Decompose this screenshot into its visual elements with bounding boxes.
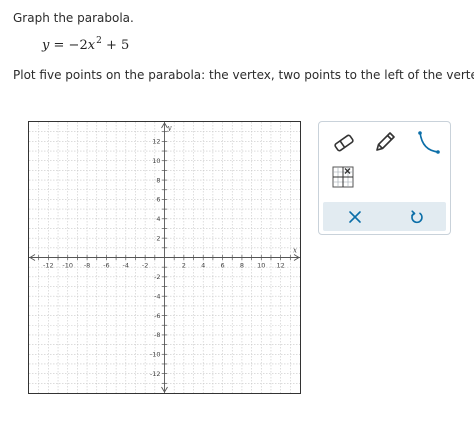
y-tick-label: 2 [156,234,160,242]
y-tick-label: -12 [150,370,161,378]
equation: y = −2x2 + 5 [42,36,130,53]
parabola-icon [418,131,440,154]
x-tick-label: -2 [142,262,148,270]
instructions: Plot five points on the parabola: the ve… [13,68,474,82]
x-tick-label: 2 [182,262,186,270]
y-tick-label: 8 [156,176,160,184]
y-tick-label: 12 [152,138,160,146]
y-tick-label: 10 [152,157,160,165]
y-tick-label: -10 [150,351,161,359]
no-solution-tool[interactable] [331,165,357,191]
equation-constant: 5 [121,38,130,53]
equation-variable: x [87,38,96,53]
equation-exponent: 2 [96,36,102,46]
no-solution-icon [332,166,354,188]
y-tick-label: -4 [154,293,160,301]
undo-button[interactable] [397,202,437,231]
undo-icon [411,209,423,223]
close-icon [349,210,361,223]
x-tick-label: -6 [103,262,109,270]
x-tick-label: -10 [62,262,73,270]
y-tick-label: -6 [154,312,160,320]
x-tick-label: -4 [123,262,129,270]
x-tick-label: 6 [221,262,225,270]
x-tick-label: 4 [201,262,205,270]
y-tick-label: -8 [154,331,160,339]
clear-button[interactable] [335,202,375,231]
pencil-icon [376,132,395,151]
equation-equals: = [53,38,65,53]
x-tick-label: -12 [43,262,54,270]
x-axis-label: x [293,247,297,255]
pencil-tool[interactable] [372,129,398,155]
y-axis-label: y [167,124,173,132]
graph-area[interactable]: -12 -10 -8 -6 -4 -2 2 4 6 8 10 12 12 10 8 6 4 2 -2 -4 -6 -8 -1… [28,121,301,394]
x-tick-label: -8 [84,262,90,270]
x-tick-label: 10 [257,262,265,270]
tool-panel [318,121,451,235]
x-tick-label: 12 [277,262,285,270]
y-tick-label: -2 [154,273,160,281]
question-prompt: Graph the parabola. [13,11,134,25]
eraser-icon [334,134,354,152]
y-tick-label: 6 [156,196,160,204]
equation-sign: − [68,38,80,53]
equation-lhs: y [42,38,50,53]
equation-coefficient: 2 [79,38,88,53]
action-bar [323,202,446,231]
coordinate-plane[interactable]: -12 -10 -8 -6 -4 -2 2 4 6 8 10 12 12 10 8 6 4 2 -2 -4 -6 -8 -1… [29,122,300,393]
x-tick-label: 8 [240,262,244,270]
equation-plus: + [105,38,117,53]
eraser-tool[interactable] [331,130,357,156]
parabola-tool[interactable] [415,129,441,155]
y-tick-label: 4 [156,215,160,223]
